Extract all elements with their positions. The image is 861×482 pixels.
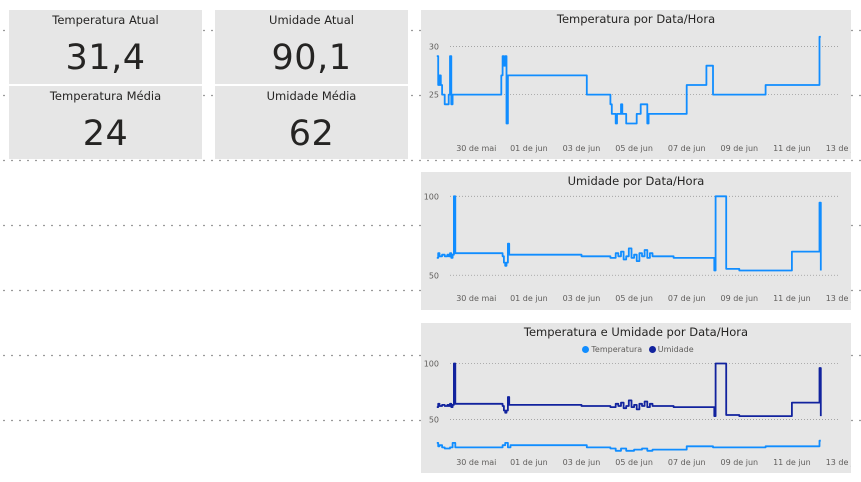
x-tick-label: 07 de jun: [668, 294, 706, 303]
y-tick-label: 50: [429, 415, 439, 424]
chart-temperatura-svg: 25 30 30 de mai 01 de jun 03 de jun 05 de jun…: [429, 35, 851, 153]
y-tick-label: 50: [429, 271, 439, 280]
x-tick-label: 05 de jun: [615, 458, 653, 467]
x-tick-label: 07 de jun: [668, 458, 706, 467]
x-tick-label: 09 de jun: [720, 144, 758, 153]
series-line-temperatura[interactable]: [436, 439, 821, 452]
x-tick-label: 05 de jun: [615, 294, 653, 303]
x-tick-label: 03 de jun: [563, 294, 601, 303]
x-tick-label: 09 de jun: [720, 458, 758, 467]
card-title: Umidade Média: [266, 89, 357, 103]
y-tick-label: 100: [424, 359, 439, 368]
card-umidade-atual[interactable]: Umidade Atual 90,1: [215, 10, 408, 84]
series-line-valor[interactable]: [436, 195, 822, 272]
series-line-umidade[interactable]: [436, 362, 822, 417]
card-title: Temperatura Média: [49, 89, 162, 103]
card-value: 90,1: [271, 38, 352, 78]
card-value: 31,4: [65, 38, 146, 78]
chart-umidade-svg: 50 100 30 de mai 01 de jun 03 de jun 05 de ju…: [424, 192, 851, 303]
x-tick-label: 13 de jun: [826, 458, 851, 467]
x-tick-label: 09 de jun: [720, 294, 758, 303]
card-temperatura-media[interactable]: Temperatura Média 24: [9, 86, 202, 159]
x-tick-label: 01 de jun: [510, 294, 548, 303]
x-tick-label: 01 de jun: [510, 458, 548, 467]
chart-umidade[interactable]: Umidade por Data/Hora 50 100 30 de mai 01 d…: [421, 172, 851, 310]
x-tick-label: 11 de jun: [773, 294, 811, 303]
chart-temperatura-umidade-svg: 50 100 30 de mai 01 de jun 03 de jun 05 de ju…: [424, 359, 851, 467]
x-tick-label: 05 de jun: [615, 144, 653, 153]
card-temperatura-atual[interactable]: Temperatura Atual 31,4: [9, 10, 202, 84]
x-tick-label: 01 de jun: [510, 144, 548, 153]
y-tick-label: 25: [429, 91, 439, 100]
x-tick-label: 30 de mai: [456, 294, 496, 303]
x-tick-label: 30 de mai: [456, 458, 496, 467]
card-title: Temperatura Atual: [52, 13, 159, 27]
chart-temperatura[interactable]: Temperatura por Data/Hora 25 30 30 de mai 0…: [421, 10, 851, 159]
x-tick-label: 03 de jun: [563, 458, 601, 467]
x-tick-label: 30 de mai: [456, 144, 496, 153]
y-tick-label: 100: [424, 192, 439, 201]
x-tick-label: 03 de jun: [563, 144, 601, 153]
card-title: Umidade Atual: [269, 13, 354, 27]
card-umidade-media[interactable]: Umidade Média 62: [215, 86, 408, 159]
chart-temperatura-umidade[interactable]: Temperatura e Umidade por Data/Hora Temp…: [421, 323, 851, 473]
card-value: 24: [82, 114, 129, 154]
x-tick-label: 07 de jun: [668, 144, 706, 153]
x-tick-label: 13 de jun: [826, 144, 851, 153]
x-tick-label: 11 de jun: [773, 458, 811, 467]
y-tick-label: 30: [429, 42, 439, 51]
x-tick-label: 11 de jun: [773, 144, 811, 153]
card-value: 62: [288, 114, 335, 154]
series-line-valor[interactable]: [436, 35, 821, 125]
x-tick-label: 13 de jun: [826, 294, 851, 303]
